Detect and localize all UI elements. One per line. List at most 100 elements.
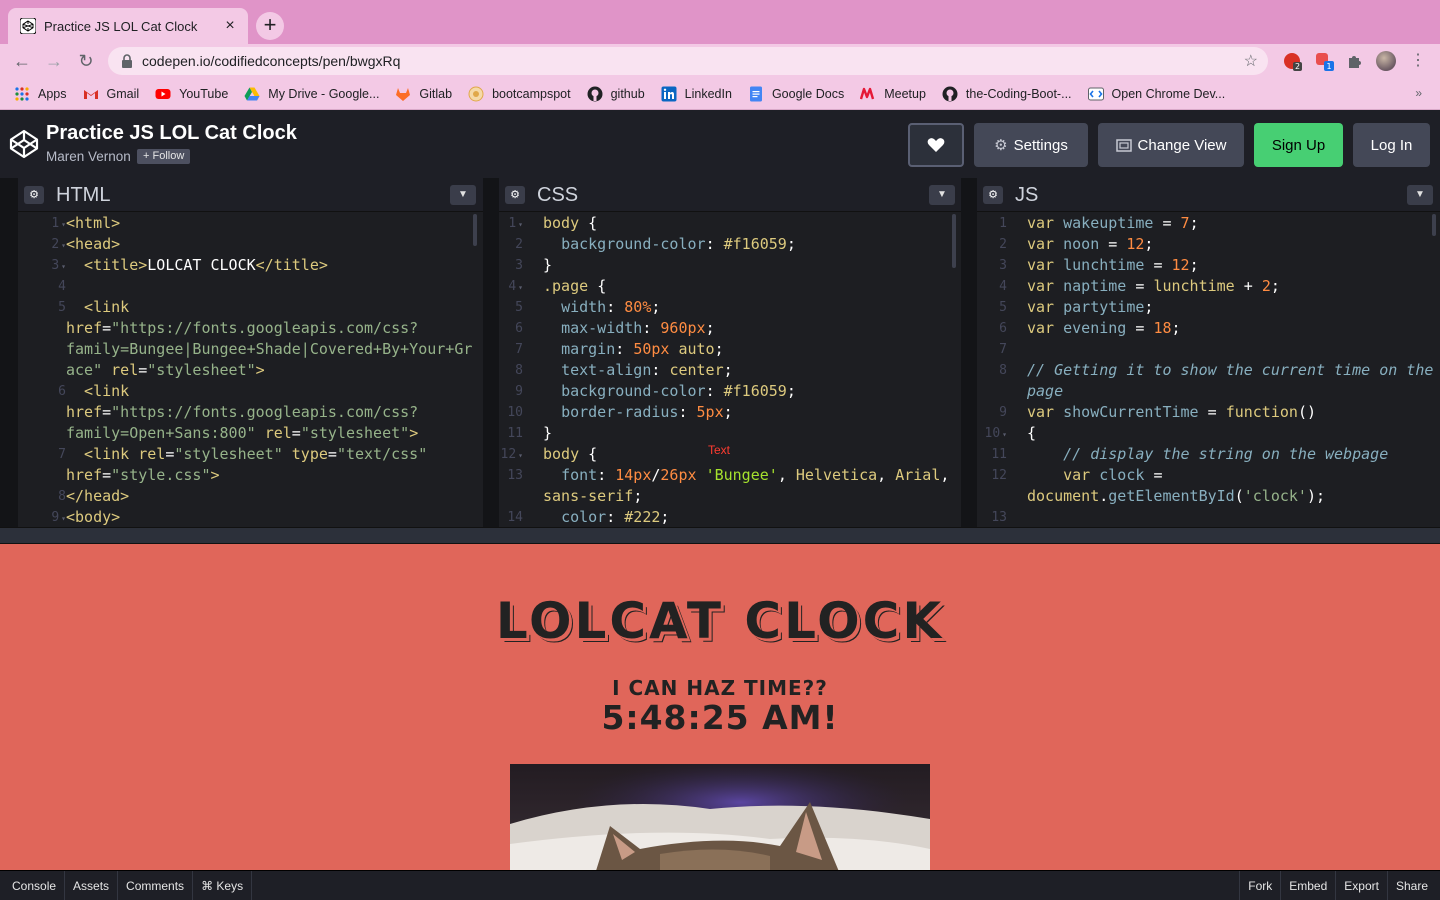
- change-view-label: Change View: [1137, 136, 1227, 154]
- extension-badge-1: 2: [1295, 62, 1300, 71]
- bookmark-label: Gmail: [106, 86, 140, 101]
- code-line: var partytime;: [1027, 298, 1154, 316]
- css-scrollbar[interactable]: [952, 214, 956, 268]
- css-panel-header: ⚙ CSS ▼: [499, 178, 961, 212]
- pen-title[interactable]: Practice JS LOL Cat Clock: [46, 122, 297, 145]
- extension-red-icon[interactable]: 2: [1282, 51, 1302, 71]
- code-line: background-color: #f16059;: [561, 382, 796, 400]
- css-editor-panel: ⚙ CSS ▼ 1 ▾ 2 3 4 ▾ 5 6 7 8 9 10 11 12 ▾ 13…: [499, 178, 961, 527]
- back-arrow-icon[interactable]: ←: [10, 49, 34, 73]
- js-settings-gear-icon[interactable]: ⚙: [983, 186, 1003, 204]
- share-button[interactable]: Share: [1386, 870, 1440, 900]
- change-view-button[interactable]: Change View: [1098, 123, 1244, 167]
- code-line: ace" rel="stylesheet">: [66, 361, 265, 379]
- bookmarks-overflow-button[interactable]: »: [1415, 86, 1422, 100]
- code-line: <title>LOLCAT CLOCK</title>: [66, 256, 328, 274]
- browser-tab[interactable]: Practice JS LOL Cat Clock ×: [8, 8, 248, 44]
- github-icon: [587, 86, 603, 101]
- bookmark-label: github: [610, 86, 645, 101]
- code-line: border-radius: 5px;: [561, 403, 733, 421]
- code-line: family=Open+Sans:800" rel="stylesheet">: [66, 424, 419, 442]
- pen-author[interactable]: Maren Vernon: [46, 149, 131, 164]
- bookmark-gitlab[interactable]: Gitlab: [395, 86, 452, 102]
- gear-icon: ⚙: [994, 137, 1008, 154]
- sign-up-button[interactable]: Sign Up: [1254, 123, 1343, 167]
- code-line: document.getElementById('clock');: [1027, 487, 1326, 505]
- forward-arrow-icon[interactable]: →: [42, 49, 66, 73]
- bookmark-gmail[interactable]: Gmail: [83, 86, 140, 102]
- lolcat-subtitle: I CAN HAZ TIME??: [612, 676, 828, 700]
- address-bar[interactable]: codepen.io/codifiedconcepts/pen/bwgxRq ☆: [108, 47, 1268, 75]
- chrome-dev-icon: [1087, 87, 1104, 100]
- fork-button[interactable]: Fork: [1239, 870, 1280, 900]
- bookmark-label: Meetup: [884, 86, 926, 101]
- bookmark-youtube[interactable]: YouTube: [155, 86, 228, 102]
- code-line: <body>: [66, 508, 121, 526]
- bookmark-meetup[interactable]: Meetup: [860, 86, 926, 102]
- bookmark-google-drive[interactable]: My Drive - Google...: [244, 86, 379, 102]
- follow-button[interactable]: + Follow: [137, 149, 191, 164]
- html-panel-header: ⚙ HTML ▼: [18, 178, 483, 212]
- url-text: codepen.io/codifiedconcepts/pen/bwgxRq: [142, 53, 401, 69]
- profile-avatar[interactable]: [1376, 51, 1396, 71]
- html-panel-chevron-down-icon[interactable]: ▼: [450, 185, 476, 205]
- layout-icon: [1115, 138, 1132, 152]
- tab-close-icon[interactable]: ×: [222, 17, 238, 35]
- bookmarks-bar: Apps Gmail YouTube My Drive - Google... …: [0, 78, 1440, 110]
- lock-icon: [122, 54, 132, 68]
- tab-title: Practice JS LOL Cat Clock: [44, 18, 198, 34]
- html-settings-gear-icon[interactable]: ⚙: [24, 186, 44, 204]
- bookmark-coding-boot[interactable]: the-Coding-Boot-...: [942, 86, 1072, 102]
- html-panel-title: HTML: [56, 184, 111, 206]
- code-line: href="https://fonts.googleapis.com/css?: [66, 319, 419, 337]
- browser-menu-icon[interactable]: ⋮: [1410, 50, 1426, 70]
- bookmark-google-docs[interactable]: Google Docs: [748, 86, 844, 102]
- editors-area: ⚙ HTML ▼ 1 ▾ 2 ▾ 3 ▾ 4 5 6 7 8 9 ▾ <html> <h…: [0, 178, 1440, 527]
- console-button[interactable]: Console: [0, 870, 66, 900]
- html-scrollbar[interactable]: [473, 214, 477, 246]
- settings-label: Settings: [1013, 136, 1068, 154]
- code-line: page: [1027, 382, 1064, 400]
- code-line: <link rel="stylesheet" type="text/css": [66, 445, 428, 463]
- js-panel-chevron-down-icon[interactable]: ▼: [1407, 185, 1433, 205]
- code-line: <link: [66, 298, 130, 316]
- code-line: <html>: [66, 214, 121, 232]
- css-panel-chevron-down-icon[interactable]: ▼: [929, 185, 955, 205]
- resize-divider[interactable]: [0, 527, 1440, 544]
- export-button[interactable]: Export: [1335, 870, 1387, 900]
- bookmark-linkedin[interactable]: LinkedIn: [661, 86, 732, 102]
- bookmark-apps[interactable]: Apps: [14, 86, 67, 102]
- settings-button[interactable]: ⚙ Settings: [974, 123, 1088, 167]
- bookmark-star-icon[interactable]: ☆: [1244, 51, 1258, 71]
- love-button[interactable]: [908, 123, 964, 167]
- bookmark-chrome-dev[interactable]: Open Chrome Dev...: [1087, 86, 1226, 102]
- apps-grid-icon: [15, 86, 29, 101]
- code-line: max-width: 960px;: [561, 319, 715, 337]
- puzzle-extensions-icon[interactable]: [1345, 51, 1365, 71]
- code-line: }: [543, 256, 553, 274]
- code-line: body {: [543, 445, 598, 463]
- code-line: family=Bungee|Bungee+Shade|Covered+By+Yo…: [66, 340, 473, 358]
- embed-button[interactable]: Embed: [1280, 870, 1335, 900]
- bookmark-label: Open Chrome Dev...: [1111, 86, 1226, 101]
- comments-button[interactable]: Comments: [118, 870, 194, 900]
- bookmark-bootcampspot[interactable]: bootcampspot: [468, 86, 571, 102]
- codepen-logo-icon[interactable]: [8, 128, 40, 160]
- gmail-icon: [83, 89, 98, 99]
- bookmark-github[interactable]: github: [587, 86, 645, 102]
- assets-button[interactable]: Assets: [65, 870, 119, 900]
- code-line: // display the string on the webpage: [1027, 445, 1389, 463]
- lolcat-image: [510, 764, 930, 870]
- log-in-button[interactable]: Log In: [1353, 123, 1430, 167]
- js-panel-title: JS: [1015, 184, 1039, 206]
- reload-icon[interactable]: ↻: [74, 49, 98, 73]
- css-settings-gear-icon[interactable]: ⚙: [505, 186, 525, 204]
- code-line: </head>: [66, 487, 130, 505]
- new-tab-button[interactable]: +: [256, 12, 284, 40]
- keys-button[interactable]: ⌘ Keys: [193, 870, 253, 900]
- bookmark-label: LinkedIn: [684, 86, 732, 101]
- js-scrollbar[interactable]: [1432, 214, 1436, 236]
- extension-red-shape-icon[interactable]: 1: [1314, 51, 1334, 71]
- bookmark-label: the-Coding-Boot-...: [965, 86, 1072, 101]
- code-line: var noon = 12;: [1027, 235, 1154, 253]
